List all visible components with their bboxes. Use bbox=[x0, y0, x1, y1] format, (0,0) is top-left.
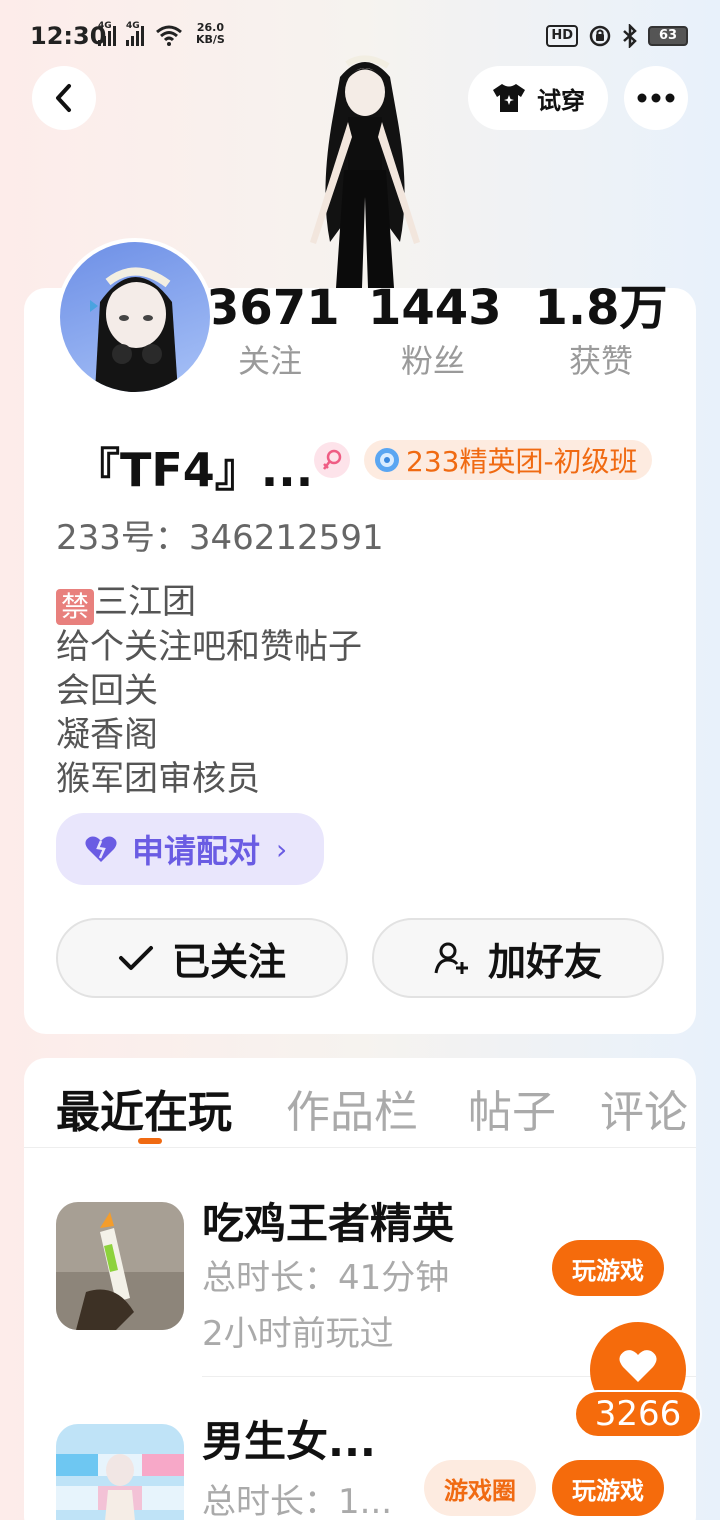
followed-button[interactable]: 已关注 bbox=[56, 918, 348, 998]
game-list-item[interactable]: 吃鸡王者精英 总时长：41分钟 2小时前玩过 玩游戏 bbox=[24, 1148, 696, 1378]
likes-label: 获赞 bbox=[568, 342, 633, 380]
status-time: 12:30 bbox=[30, 22, 107, 50]
bio: 禁三江团 给个关注吧和赞帖子 会回关 凝香阁 猴军团审核员 bbox=[56, 580, 362, 801]
avatar-image bbox=[90, 267, 178, 392]
game-icon bbox=[56, 1202, 184, 1330]
tab-bar: 最近在玩 作品栏 帖子 评论 bbox=[24, 1058, 696, 1148]
bio-line-text: 三江团 bbox=[94, 582, 196, 622]
following-stat[interactable]: 3671 关注 bbox=[206, 278, 340, 386]
heart-icon bbox=[619, 1350, 657, 1382]
signal-icon: 4G bbox=[98, 21, 116, 46]
likes-stat[interactable]: 1.8万 获赞 bbox=[530, 278, 672, 386]
net-speed-unit: KB/S bbox=[196, 33, 225, 46]
tab-comments[interactable]: 评论 bbox=[600, 1076, 688, 1140]
tab-posts[interactable]: 帖子 bbox=[468, 1076, 556, 1140]
medal-icon bbox=[375, 448, 399, 472]
following-count: 3671 bbox=[206, 280, 340, 336]
game-duration: 总时长：41分钟 bbox=[202, 1258, 450, 1298]
avatar[interactable] bbox=[56, 238, 214, 396]
tab-works[interactable]: 作品栏 bbox=[286, 1076, 418, 1140]
bio-line: 给个关注吧和赞帖子 bbox=[56, 627, 362, 667]
stats-row: 3671 关注 1443 粉丝 1.8万 获赞 bbox=[200, 278, 680, 398]
followed-label: 已关注 bbox=[171, 939, 286, 984]
nickname: 『TF4』... bbox=[74, 443, 314, 497]
try-on-label: 试穿 bbox=[537, 86, 585, 115]
lock-rotation-icon bbox=[589, 25, 611, 47]
profile-page: 12:30 4G 4G 26.0 KB/S HD 63 试穿 3671 关注 1… bbox=[0, 0, 720, 1520]
game-duration: 总时长：1... bbox=[202, 1482, 393, 1520]
network-indicators: 4G 4G 26.0 KB/S bbox=[98, 21, 225, 46]
game-title: 吃鸡王者精英 bbox=[202, 1199, 455, 1248]
user-id: 233号：346212591 bbox=[56, 518, 384, 558]
apply-pair-label: 申请配对 bbox=[132, 832, 261, 870]
signal-label: 4G bbox=[98, 21, 112, 31]
game-icon bbox=[56, 1424, 184, 1520]
bio-line: 禁三江团 bbox=[56, 580, 362, 625]
add-friend-button[interactable]: 加好友 bbox=[372, 918, 664, 998]
add-friend-label: 加好友 bbox=[487, 939, 602, 984]
followers-count: 1443 bbox=[368, 280, 502, 336]
likes-count: 1.8万 bbox=[534, 280, 668, 336]
chevron-left-icon bbox=[56, 84, 71, 112]
ban-tag: 禁 bbox=[56, 589, 94, 625]
wifi-icon bbox=[156, 25, 182, 46]
back-button[interactable] bbox=[32, 66, 96, 130]
following-label: 关注 bbox=[237, 342, 302, 380]
tab-recent-play[interactable]: 最近在玩 bbox=[56, 1076, 232, 1140]
followers-stat[interactable]: 1443 粉丝 bbox=[368, 278, 502, 386]
tab-indicator bbox=[138, 1138, 162, 1144]
tshirt-icon bbox=[493, 84, 525, 112]
signal-label: 4G bbox=[126, 21, 140, 31]
battery-icon: 63 bbox=[648, 26, 688, 46]
bio-line: 凝香阁 bbox=[56, 715, 158, 755]
system-indicators: HD 63 bbox=[546, 24, 688, 48]
game-last-played: 2小时前玩过 bbox=[202, 1314, 394, 1354]
chevron-right-icon: › bbox=[276, 832, 288, 866]
female-gender-icon bbox=[314, 442, 350, 478]
net-speed: 26.0 KB/S bbox=[196, 22, 225, 46]
try-on-button[interactable]: 试穿 bbox=[468, 66, 608, 130]
play-game-button[interactable]: 玩游戏 bbox=[552, 1240, 664, 1296]
bio-line: 猴军团审核员 bbox=[56, 759, 260, 799]
game-title: 男生女... bbox=[202, 1417, 376, 1466]
check-icon bbox=[118, 946, 153, 970]
followers-label: 粉丝 bbox=[400, 342, 465, 380]
like-count: 3266 bbox=[574, 1390, 702, 1438]
game-circle-button[interactable]: 游戏圈 bbox=[424, 1460, 536, 1516]
signal-icon: 4G bbox=[126, 21, 144, 46]
add-user-icon bbox=[434, 942, 468, 974]
more-dots-icon bbox=[637, 93, 675, 103]
elite-group-badge[interactable]: 233精英团-初级班 bbox=[364, 440, 652, 480]
bluetooth-icon bbox=[623, 24, 637, 48]
badge-label: 233精英团-初级班 bbox=[406, 445, 638, 478]
hd-icon: HD bbox=[546, 25, 578, 47]
more-button[interactable] bbox=[624, 66, 688, 130]
bio-line: 会回关 bbox=[56, 671, 158, 711]
activity-card: 最近在玩 作品栏 帖子 评论 吃鸡王者精英 总时长：41分钟 2小时前玩过 玩游… bbox=[24, 1058, 696, 1520]
play-game-button[interactable]: 玩游戏 bbox=[552, 1460, 664, 1516]
avatar-3d-figure bbox=[310, 55, 420, 288]
apply-pair-button[interactable]: 申请配对 › bbox=[56, 813, 324, 885]
heart-pair-icon bbox=[85, 836, 117, 862]
